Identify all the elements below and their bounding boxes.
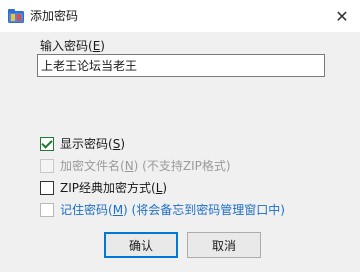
encrypt-filenames-checkbox[interactable]: 加密文件名(N) (不支持ZIP格式): [40, 158, 231, 174]
zip-classic-encryption-checkbox[interactable]: ZIP经典加密方式(L): [40, 180, 167, 196]
password-label: 输入密码(E): [40, 39, 105, 53]
checkbox-unchecked-icon: [40, 181, 54, 195]
remember-password-checkbox[interactable]: 记住密码(M) (将会备忘到密码管理窗口中): [40, 202, 285, 218]
confirm-button[interactable]: 确认: [104, 232, 178, 258]
zip-classic-encryption-label: ZIP经典加密方式(L): [60, 181, 168, 195]
dialog-title: 添加密码: [30, 9, 79, 23]
show-password-label: 显示密码(S): [60, 137, 125, 151]
checkbox-unchecked-icon: [40, 203, 54, 217]
add-password-dialog: 添加密码 ✕ 输入密码(E) 显示密码(S) 加密文件名(N) (不支持ZIP格…: [0, 0, 360, 272]
title-bar: 添加密码 ✕: [0, 0, 360, 32]
remember-password-label: 记住密码(M) (将会备忘到密码管理窗口中): [60, 203, 285, 217]
checkbox-checked-icon: [40, 137, 54, 151]
encrypt-filenames-label: 加密文件名(N) (不支持ZIP格式): [60, 159, 231, 173]
show-password-checkbox[interactable]: 显示密码(S): [40, 136, 125, 152]
close-icon: ✕: [335, 6, 349, 26]
folder-key-icon: [8, 9, 24, 23]
close-button[interactable]: ✕: [324, 0, 360, 32]
password-input[interactable]: [37, 54, 325, 77]
cancel-button[interactable]: 取消: [187, 232, 261, 258]
checkbox-unchecked-icon: [40, 159, 54, 173]
